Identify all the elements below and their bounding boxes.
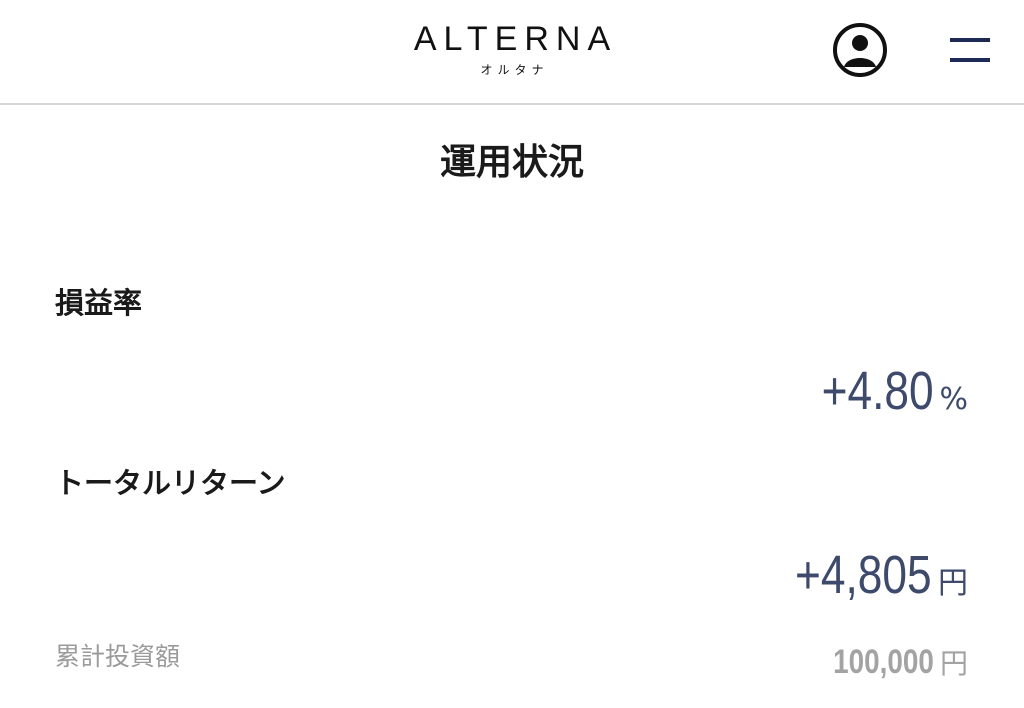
profit-rate-label: 損益率 [55,286,143,320]
cumulative-investment-value: 100,000 [833,643,934,681]
user-circle-icon [833,23,887,77]
total-return-unit: 円 [938,566,968,601]
cumulative-investment-value-row: 100,000 円 [811,642,968,682]
profit-rate-value-row: +4.80% [797,360,968,422]
menu-button[interactable] [946,28,994,74]
total-return-label: トータルリターン [55,466,286,500]
total-return-value: +4,805 [795,545,932,605]
logo-subtext: オルタナ [480,63,549,77]
cumulative-investment-label: 累計投資額 [55,642,181,671]
cumulative-investment-unit: 円 [939,647,968,680]
total-return-value-row: +4,805 円 [765,544,968,606]
profit-rate-unit: % [939,382,968,417]
logo-text: ALTERNA [413,20,618,58]
hamburger-menu-icon [950,38,990,62]
page-root: ALTERNA オルタナ 運用状況 損益率 +4.80% トータルリターン +4… [0,0,1024,708]
profit-rate-value: +4.80 [821,361,934,421]
account-button[interactable] [832,22,888,78]
site-header: ALTERNA オルタナ [0,0,1024,105]
alterna-logo[interactable]: ALTERNA オルタナ [362,20,662,78]
page-title: 運用状況 [439,142,584,183]
